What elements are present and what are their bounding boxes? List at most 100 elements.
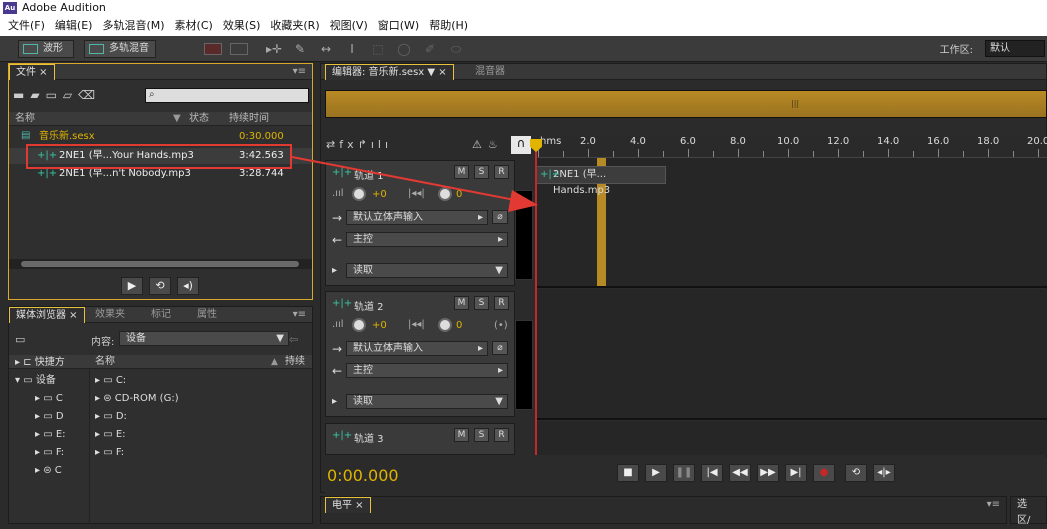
pan-value[interactable]: 0 bbox=[456, 320, 462, 331]
marquee-icon[interactable]: ⬚ bbox=[370, 41, 386, 57]
expand-icon[interactable]: ▸ bbox=[332, 265, 337, 276]
timecode-display[interactable]: 0:00.000 bbox=[327, 466, 399, 485]
mute-button[interactable]: M bbox=[454, 165, 469, 179]
tab-media-browser[interactable]: 媒体浏览器 × bbox=[9, 307, 85, 323]
record-arm-button[interactable]: R bbox=[494, 296, 509, 310]
tree-item-drive[interactable]: ▸ ▭ C bbox=[35, 392, 63, 406]
stereo-icon[interactable]: (•) bbox=[494, 320, 508, 331]
track-lane-3[interactable] bbox=[536, 421, 1047, 455]
automation-mode-select[interactable]: 读取 ▼ bbox=[346, 394, 508, 409]
menu-favorites[interactable]: 收藏夹(R) bbox=[265, 16, 324, 36]
tree-item-shortcuts[interactable]: ▸ ⊏ 快捷方 bbox=[15, 356, 65, 370]
scrollbar-thumb[interactable] bbox=[21, 261, 299, 267]
list-item[interactable]: ▸ ▭ F: bbox=[95, 446, 124, 460]
col-name[interactable]: 名称 bbox=[95, 355, 115, 369]
menu-file[interactable]: 文件(F) bbox=[0, 16, 50, 36]
import-icon[interactable]: ▰ bbox=[30, 88, 45, 102]
time-selection-icon[interactable]: I bbox=[344, 41, 360, 57]
pause-button[interactable]: ❚❚ bbox=[673, 464, 695, 482]
menu-help[interactable]: 帮助(H) bbox=[424, 16, 473, 36]
list-item[interactable]: ▸ ▭ C: bbox=[95, 374, 126, 388]
list-item[interactable]: ▸ ▭ E: bbox=[95, 428, 126, 442]
menu-effects[interactable]: 效果(S) bbox=[218, 16, 266, 36]
go-to-end-button[interactable]: ▶| bbox=[785, 464, 807, 482]
col-duration[interactable]: 持续 bbox=[285, 355, 305, 369]
list-item[interactable]: ▤ 音乐新.sesx 0:30.000 bbox=[9, 129, 312, 145]
phase-icon[interactable]: ⌀ bbox=[492, 341, 508, 355]
track-lane-2[interactable] bbox=[536, 289, 1047, 420]
solo-button[interactable]: S bbox=[474, 428, 489, 442]
overview-handle-icon[interactable]: ||| bbox=[791, 99, 799, 108]
tab-effects-rack[interactable]: 效果夹 bbox=[89, 307, 131, 323]
col-name[interactable]: 名称 bbox=[15, 112, 35, 126]
open-folder-icon[interactable]: ▬ bbox=[13, 88, 30, 102]
stop-button[interactable]: ■ bbox=[617, 464, 639, 482]
waveform-button[interactable]: 波形 bbox=[18, 40, 74, 58]
tree-item-drive[interactable]: ▸ ▭ D bbox=[35, 410, 64, 424]
lasso-icon[interactable]: ◯ bbox=[396, 41, 412, 57]
spectral-pitch-icon[interactable] bbox=[230, 43, 248, 55]
pan-value[interactable]: 0 bbox=[456, 189, 462, 200]
rewind-button[interactable]: ◀◀ bbox=[729, 464, 751, 482]
record-button[interactable]: ● bbox=[813, 464, 835, 482]
timeline-ruler[interactable]: hms 2.0 4.0 6.0 8.0 10.0 12.0 14.0 16.0 … bbox=[536, 136, 1047, 158]
volume-knob[interactable] bbox=[352, 318, 366, 332]
tab-levels[interactable]: 电平 × bbox=[325, 497, 371, 513]
tree-item-drive[interactable]: ▸ ▭ F: bbox=[35, 446, 64, 460]
col-duration[interactable]: 持续时间 bbox=[229, 112, 269, 126]
track-name[interactable]: 轨道 3 bbox=[354, 430, 384, 445]
col-status[interactable]: 状态 bbox=[189, 112, 209, 126]
tab-properties[interactable]: 属性 bbox=[191, 307, 223, 323]
tree-item-drive[interactable]: ▸ ▭ E: bbox=[35, 428, 66, 442]
loop-button[interactable]: ⟲ bbox=[845, 464, 867, 482]
record-arm-button[interactable]: R bbox=[494, 428, 509, 442]
phase-icon[interactable]: ⌀ bbox=[492, 210, 508, 224]
menu-window[interactable]: 窗口(W) bbox=[373, 16, 424, 36]
panel-menu-icon[interactable]: ▾≡ bbox=[293, 309, 306, 320]
volume-value[interactable]: +0 bbox=[372, 189, 387, 200]
solo-button[interactable]: S bbox=[474, 296, 489, 310]
playhead-line[interactable] bbox=[535, 140, 537, 455]
list-item[interactable]: ▸ ⊜ CD-ROM (G:) bbox=[95, 392, 179, 406]
sort-chevron-icon[interactable]: ▼ bbox=[173, 112, 181, 126]
send-icon[interactable]: ↱ bbox=[358, 138, 371, 151]
track-name[interactable]: 轨道 2 bbox=[354, 298, 384, 313]
sort-chevron-icon[interactable]: ▲ bbox=[271, 355, 278, 369]
headphones-icon[interactable]: ∩ bbox=[511, 136, 531, 154]
record-arm-button[interactable]: R bbox=[494, 165, 509, 179]
fx-icon[interactable]: fx bbox=[339, 138, 357, 151]
solo-button[interactable]: S bbox=[474, 165, 489, 179]
slip-tool-icon[interactable]: ↔ bbox=[318, 41, 334, 57]
new-file-icon[interactable]: ▭ bbox=[46, 88, 63, 102]
tab-markers[interactable]: 标记 bbox=[145, 307, 177, 323]
list-item[interactable]: ▸ ▭ D: bbox=[95, 410, 127, 424]
tab-files[interactable]: 文件 × bbox=[9, 64, 55, 80]
panel-menu-icon[interactable]: ▾≡ bbox=[293, 66, 306, 77]
skip-selection-button[interactable]: ◂|▸ bbox=[873, 464, 895, 482]
insert-icon[interactable]: ▱ bbox=[63, 88, 78, 102]
device-icon[interactable]: ▭ bbox=[15, 333, 25, 346]
track-name[interactable]: 轨道 1 bbox=[354, 167, 384, 182]
back-icon[interactable]: ⇦ bbox=[289, 333, 298, 346]
volume-value[interactable]: +0 bbox=[372, 320, 387, 331]
menu-multitrack[interactable]: 多轨混音(M) bbox=[97, 16, 169, 36]
spectral-freq-icon[interactable] bbox=[204, 43, 222, 55]
eq-icon[interactable]: ılı bbox=[371, 138, 392, 151]
delete-icon[interactable]: ⌫ bbox=[78, 88, 101, 102]
switch-icon[interactable]: ⇄ bbox=[326, 138, 339, 151]
menu-view[interactable]: 视图(V) bbox=[325, 16, 373, 36]
play-button[interactable]: ▶ bbox=[645, 464, 667, 482]
healing-icon[interactable]: ⬭ bbox=[448, 41, 464, 57]
move-tool-icon[interactable]: ▸✛ bbox=[266, 41, 282, 57]
input-monitor-icon[interactable]: ♨ bbox=[488, 138, 504, 151]
automation-mode-select[interactable]: 读取 ▼ bbox=[346, 263, 508, 278]
mute-button[interactable]: M bbox=[454, 428, 469, 442]
expand-icon[interactable]: ▸ bbox=[332, 396, 337, 407]
menu-clip[interactable]: 素材(C) bbox=[170, 16, 218, 36]
brush-icon[interactable]: ✐ bbox=[422, 41, 438, 57]
volume-knob[interactable] bbox=[352, 187, 366, 201]
metronome-icon[interactable]: ⚠ bbox=[472, 138, 488, 151]
track-output-select[interactable]: 主控 ▸ bbox=[346, 363, 508, 378]
go-to-start-button[interactable]: |◀ bbox=[701, 464, 723, 482]
menu-edit[interactable]: 编辑(E) bbox=[50, 16, 98, 36]
